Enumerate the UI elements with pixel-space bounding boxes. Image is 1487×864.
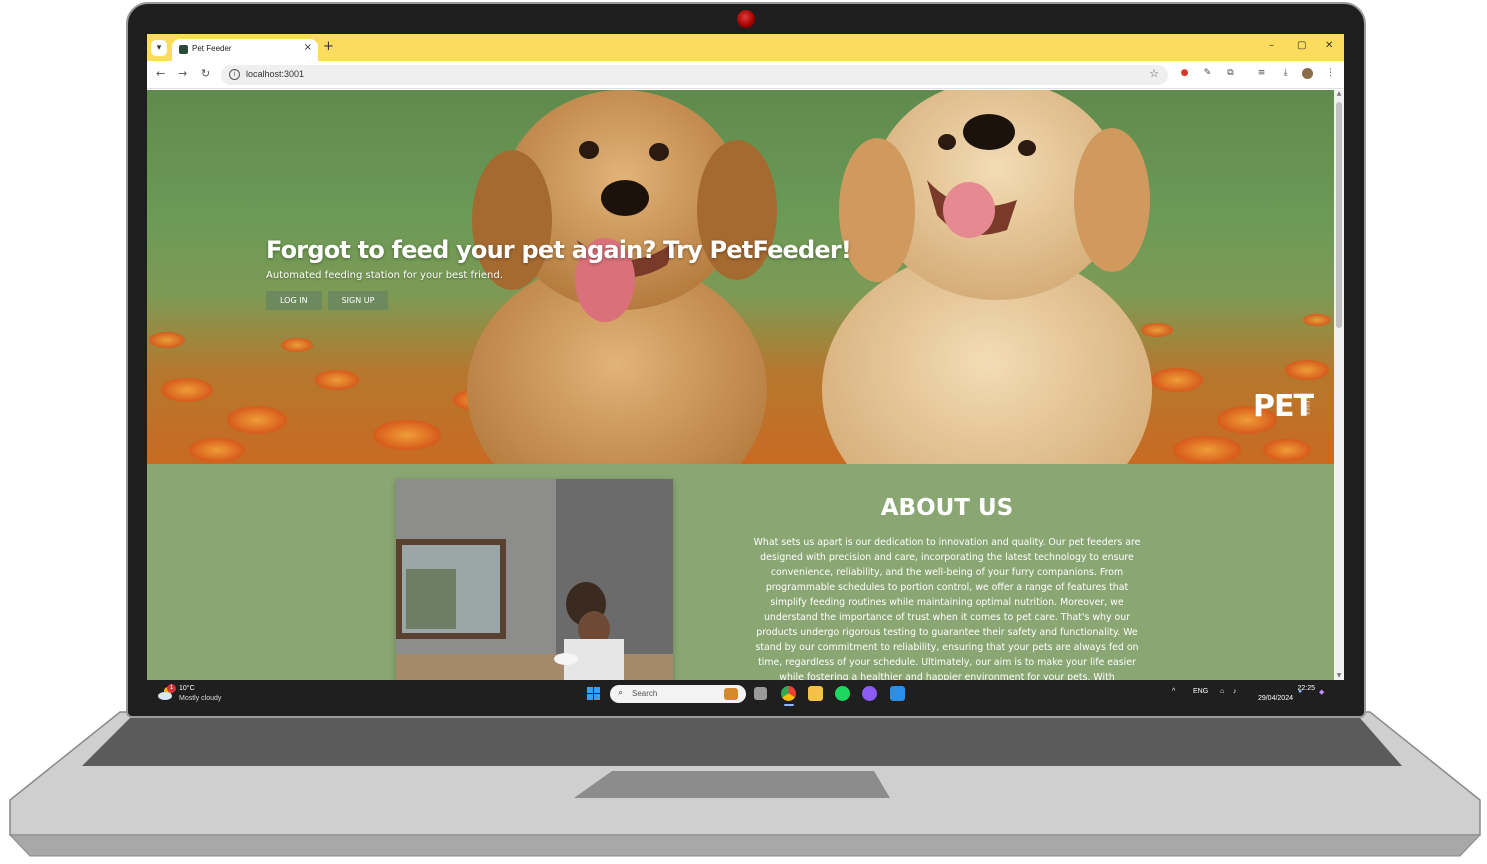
about-body-text: What sets us apart is our dedication to …	[753, 537, 1141, 680]
forward-arrow-icon[interactable]: →	[178, 67, 187, 80]
maximize-button[interactable]: ▢	[1297, 40, 1306, 51]
weather-temperature[interactable]: 10°C	[179, 685, 195, 692]
hero-buttons: LOG IN SIGN UP	[266, 291, 851, 310]
chrome-active-indicator	[784, 704, 794, 706]
windows-taskbar: 1 10°C Mostly cloudy ⌕ Search ^ ENG ⌂ ♪ …	[147, 680, 1344, 708]
bookmark-star-icon[interactable]: ☆	[1149, 67, 1159, 80]
scroll-thumb[interactable]	[1336, 102, 1342, 328]
tab-close-icon[interactable]: ×	[304, 42, 312, 53]
laptop-stage: ▾ Pet Feeder × + – ▢ ✕ ← → ↻ i localhost…	[0, 0, 1487, 864]
vscode-icon[interactable]	[890, 686, 905, 701]
file-explorer-icon[interactable]	[808, 686, 823, 701]
network-icon[interactable]: ⌂	[1220, 688, 1224, 695]
downloads-icon[interactable]: ⤓	[1280, 68, 1291, 79]
hero-text-block: Forgot to feed your pet again? Try PetFe…	[266, 236, 852, 310]
search-highlight-icon	[724, 688, 738, 700]
notifications-bell-icon[interactable]: ●	[1298, 688, 1302, 695]
address-url[interactable]: localhost:3001	[246, 69, 304, 79]
volume-icon[interactable]: ♪	[1233, 688, 1237, 695]
login-button[interactable]: LOG IN	[266, 291, 322, 310]
browser-toolbar: ← → ↻ i localhost:3001 ☆ ● ✎ ⧉ ≡ ⤓ ⋮	[147, 61, 1344, 89]
tab-pet-feeder[interactable]: Pet Feeder ×	[172, 39, 318, 61]
spotify-icon[interactable]	[835, 686, 850, 701]
pet-feeder-logo: PET	[1253, 389, 1314, 424]
taskbar-search-placeholder[interactable]: Search	[632, 689, 657, 698]
taskbar-search-box[interactable]: ⌕ Search	[610, 685, 746, 703]
new-tab-button[interactable]: +	[323, 40, 334, 54]
profile-avatar[interactable]	[1302, 68, 1313, 79]
extensions-puzzle-icon[interactable]: ⧉	[1225, 68, 1236, 79]
hero-section: Forgot to feed your pet again? Try PetFe…	[147, 90, 1334, 464]
task-view-icon[interactable]	[754, 687, 767, 700]
taskbar-clock-time[interactable]: 22:25	[1275, 685, 1315, 692]
scroll-down-arrow-icon[interactable]: ▼	[1336, 672, 1342, 679]
github-desktop-icon[interactable]	[862, 686, 877, 701]
close-window-button[interactable]: ✕	[1325, 40, 1333, 51]
extension-record-icon[interactable]: ●	[1179, 68, 1190, 79]
reload-icon[interactable]: ↻	[201, 67, 210, 80]
scroll-up-arrow-icon[interactable]: ▲	[1336, 90, 1342, 97]
about-section: ABOUT US What sets us apart is our dedic…	[147, 464, 1334, 680]
hero-title: Forgot to feed your pet again? Try PetFe…	[266, 236, 852, 264]
back-arrow-icon[interactable]: ←	[156, 67, 165, 80]
signup-button[interactable]: SIGN UP	[327, 291, 389, 310]
favicon-icon	[179, 45, 188, 54]
pet-feeder-logo-subtext: FEEDER	[1305, 394, 1310, 416]
copilot-icon[interactable]: ◆	[1319, 688, 1324, 696]
minimize-button[interactable]: –	[1269, 40, 1274, 51]
hero-subtitle: Automated feeding station for your best …	[266, 270, 503, 281]
extension-mic-icon[interactable]: ✎	[1202, 68, 1213, 79]
tab-search-chevron-icon[interactable]: ▾	[151, 40, 167, 56]
show-hidden-icons-chevron-icon[interactable]: ^	[1172, 688, 1175, 695]
webcam	[737, 10, 755, 28]
man-feeding-pet-photo	[396, 479, 673, 680]
windows-start-icon[interactable]	[587, 687, 600, 700]
page-scrollbar[interactable]: ▲ ▼	[1334, 90, 1344, 680]
chrome-app-icon[interactable]	[781, 686, 796, 701]
address-bar[interactable]: i localhost:3001 ☆	[221, 65, 1168, 85]
taskbar-clock-date[interactable]: 29/04/2024	[1253, 695, 1293, 702]
browser-menu-icon[interactable]: ⋮	[1325, 68, 1336, 79]
screen: ▾ Pet Feeder × + – ▢ ✕ ← → ↻ i localhost…	[147, 34, 1344, 708]
browser-tabstrip: ▾ Pet Feeder × + – ▢ ✕	[147, 34, 1344, 61]
about-title: ABOUT US	[880, 495, 1014, 521]
weather-description[interactable]: Mostly cloudy	[179, 695, 221, 702]
media-control-icon[interactable]: ≡	[1256, 68, 1267, 79]
input-language[interactable]: ENG	[1193, 688, 1208, 695]
search-icon: ⌕	[618, 688, 624, 698]
weather-alert-badge: 1	[167, 684, 176, 693]
site-info-icon[interactable]: i	[229, 69, 240, 80]
page-viewport: Forgot to feed your pet again? Try PetFe…	[147, 90, 1334, 680]
tab-title: Pet Feeder	[192, 44, 232, 53]
